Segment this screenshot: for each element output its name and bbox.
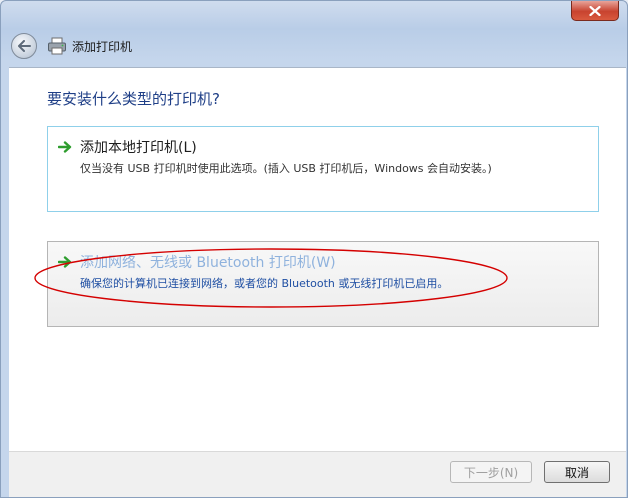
green-arrow-icon (58, 256, 72, 268)
option-title: 添加本地打印机(L) (80, 140, 197, 156)
printer-icon (48, 37, 66, 55)
add-local-printer-option[interactable]: 添加本地打印机(L) 仅当没有 USB 打印机时使用此选项。(插入 USB 打印… (47, 126, 599, 212)
next-button[interactable]: 下一步(N) (450, 461, 532, 483)
option-description: 确保您的计算机已连接到网络，或者您的 Bluetooth 或无线打印机已启用。 (80, 277, 449, 290)
green-arrow-icon (58, 141, 72, 153)
add-network-printer-option[interactable]: 添加网络、无线或 Bluetooth 打印机(W) 确保您的计算机已连接到网络，… (47, 241, 599, 327)
navigation-bar: 添加打印机 (11, 33, 132, 59)
cancel-button[interactable]: 取消 (544, 461, 610, 483)
add-printer-window: 添加打印机 要安装什么类型的打印机? 添加本地打印机(L) 仅当没有 USB 打… (0, 0, 628, 498)
back-arrow-icon (18, 40, 31, 52)
window-title: 添加打印机 (72, 39, 133, 54)
option-title: 添加网络、无线或 Bluetooth 打印机(W) (80, 255, 336, 271)
option-description: 仅当没有 USB 打印机时使用此选项。(插入 USB 打印机后，Windows … (80, 162, 492, 175)
button-bar: 下一步(N) 取消 (9, 451, 626, 497)
page-heading: 要安装什么类型的打印机? (47, 90, 220, 108)
close-button[interactable] (571, 1, 619, 21)
back-button[interactable] (11, 33, 37, 59)
wizard-content: 要安装什么类型的打印机? 添加本地打印机(L) 仅当没有 USB 打印机时使用此… (9, 67, 626, 451)
close-icon (589, 5, 601, 16)
